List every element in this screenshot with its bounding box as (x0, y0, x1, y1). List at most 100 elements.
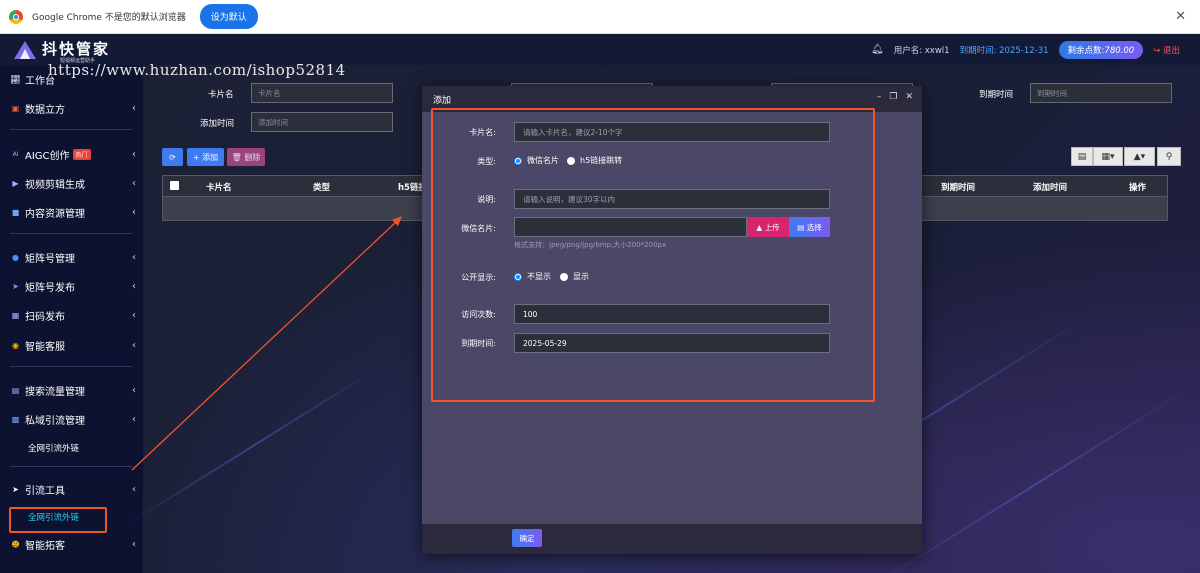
ai-icon: AI (12, 150, 19, 158)
sidebar-divider (10, 233, 132, 234)
chrome-logo-icon (9, 9, 23, 24)
sidebar-item-private-traffic[interactable]: ▩ 私域引流管理 ‹ (10, 409, 136, 429)
chevron-left-icon: ‹ (132, 206, 136, 218)
service-icon: ◉ (12, 340, 19, 350)
sidebar-item-scan-publish[interactable]: ▦ 扫码发布 ‹ (10, 305, 136, 325)
list-icon: ▤ (1077, 151, 1087, 162)
chevron-left-icon: ‹ (132, 339, 136, 351)
set-default-button[interactable]: 设为默认 (199, 4, 258, 29)
maximize-icon[interactable]: ❐ (889, 92, 897, 102)
column-header-card-name[interactable]: 卡片名 (206, 181, 232, 193)
chevron-left-icon: ‹ (132, 538, 136, 550)
sidebar-divider (10, 366, 132, 367)
points-badge: 剩余点数:780.00 (1058, 40, 1144, 59)
sidebar-item-label: AIGC创作 (25, 150, 70, 162)
columns-icon: ▦▾ (1101, 151, 1115, 162)
sidebar-item-content[interactable]: ■ 内容资源管理 ‹ (10, 202, 136, 222)
dialog-controls: – ❐ ✕ (877, 92, 913, 102)
private-icon: ▩ (11, 414, 20, 424)
paper-plane-icon: ➤ (12, 484, 19, 494)
sidebar-item-label: 私域引流管理 (25, 415, 85, 427)
confirm-button[interactable]: 确定 (512, 529, 542, 547)
sidebar-item-label: 内容资源管理 (25, 208, 85, 220)
filter-card-name-input[interactable]: 卡片名 (251, 83, 393, 103)
logout-label: 退出 (1162, 45, 1180, 56)
sidebar-item-traffic-tools[interactable]: ➤ 引流工具 ‹ (10, 479, 136, 499)
annotation-highlight-form (431, 108, 875, 402)
sidebar-item-smart-service[interactable]: ◉ 智能客服 ‹ (10, 335, 136, 355)
close-icon[interactable]: ✕ (905, 92, 913, 102)
cube-icon: ▣ (11, 103, 20, 113)
sidebar: 📈︎ 工作台 ▣ 数据立方 ‹ AI AIGC创作 热门 ‹ ▶ 视频剪辑生成 … (0, 65, 143, 573)
bell-icon[interactable]: 🔔︎ (871, 44, 884, 55)
filter-card-name-label: 卡片名 (208, 90, 234, 100)
sidebar-item-label: 智能拓客 (25, 540, 65, 552)
points-label: 剩余点数: (1067, 45, 1105, 56)
sidebar-item-search-traffic[interactable]: ▤ 搜索流量管理 ‹ (10, 380, 136, 400)
chevron-left-icon: ‹ (132, 148, 136, 160)
qrcode-icon: ▦ (11, 310, 20, 320)
column-header-expire[interactable]: 到期时间 (941, 181, 975, 193)
brand-name: 抖快管家 (42, 40, 111, 58)
chevron-left-icon: ‹ (132, 483, 136, 495)
chevron-left-icon: ‹ (132, 309, 136, 321)
sidebar-item-label: 扫码发布 (25, 311, 65, 323)
add-button[interactable]: + 添加 (187, 148, 224, 166)
sidebar-item-matrix-publish[interactable]: ➤ 矩阵号发布 ‹ (10, 276, 136, 296)
refresh-button[interactable]: ⟳ (162, 148, 183, 166)
dialog-title: 添加 (433, 95, 452, 106)
sidebar-item-matrix-manage[interactable]: ● 矩阵号管理 ‹ (10, 247, 136, 267)
user-plus-icon: ☻ (11, 539, 20, 549)
default-browser-message: Google Chrome 不是您的默认浏览器 (32, 13, 186, 23)
columns-dropdown-button[interactable]: ▦▾ (1093, 147, 1123, 166)
sidebar-item-label: 矩阵号发布 (25, 282, 75, 294)
sidebar-subitem-external-link[interactable]: 全网引流外链 (28, 442, 79, 454)
chevron-left-icon: ‹ (132, 251, 136, 263)
column-header-add-time[interactable]: 添加时间 (1033, 181, 1067, 193)
delete-button[interactable]: 🗑 删除 (227, 148, 265, 166)
annotation-highlight-sidebar (9, 507, 107, 533)
sidebar-item-label: 搜索流量管理 (25, 386, 85, 398)
refresh-icon: ⟳ (169, 152, 176, 162)
chevron-left-icon: ‹ (132, 102, 136, 114)
expire-date-text: 到期时间: 2025-12-31 (959, 45, 1049, 56)
filter-expire-label: 到期时间 (979, 90, 1014, 100)
header-right: 🔔︎ 用户名: xxwl1 到期时间: 2025-12-31 剩余点数:780.… (871, 34, 1200, 65)
sidebar-item-label: 引流工具 (25, 485, 65, 497)
circle-icon: ● (12, 252, 19, 262)
watermark-url: https://www.huzhan.com/ishop52814 (48, 61, 346, 79)
sidebar-item-data-cube[interactable]: ▣ 数据立方 ‹ (10, 98, 136, 118)
sidebar-item-video-edit[interactable]: ▶ 视频剪辑生成 ‹ (10, 173, 136, 193)
close-icon[interactable]: ✕ (1175, 9, 1186, 24)
select-all-checkbox[interactable] (170, 181, 179, 190)
search-icon: ⚲ (1165, 151, 1173, 162)
chart-icon: 📈︎ (10, 74, 21, 84)
export-dropdown-button[interactable]: ▲▾ (1124, 147, 1155, 166)
toggle-view-button[interactable]: ▤ (1071, 147, 1093, 166)
folder-icon: ■ (11, 207, 20, 217)
minimize-icon[interactable]: – (877, 92, 882, 102)
filter-add-time-input[interactable]: 添加时间 (251, 112, 393, 132)
filter-add-time-label: 添加时间 (200, 119, 235, 129)
filter-expire-input[interactable]: 到期时间 (1030, 83, 1172, 103)
points-value: 780.00 (1104, 45, 1135, 56)
sidebar-item-label: 智能客服 (25, 341, 65, 353)
video-icon: ▶ (12, 178, 19, 188)
sidebar-divider (10, 466, 132, 467)
column-header-actions[interactable]: 操作 (1129, 181, 1146, 193)
search-button[interactable]: ⚲ (1157, 147, 1181, 166)
send-icon: ➤ (12, 281, 19, 291)
sidebar-item-smart-leads[interactable]: ☻ 智能拓客 ‹ (10, 534, 136, 554)
sidebar-item-aigc[interactable]: AI AIGC创作 热门 ‹ (10, 144, 136, 164)
username-text: 用户名: xxwl1 (893, 45, 950, 56)
sidebar-item-label: 视频剪辑生成 (25, 179, 85, 191)
chevron-left-icon: ‹ (132, 280, 136, 292)
chevron-left-icon: ‹ (132, 384, 136, 396)
chevron-left-icon: ‹ (132, 413, 136, 425)
browser-default-bar: Google Chrome 不是您的默认浏览器 设为默认 ✕ (0, 0, 1200, 34)
brand-logo-icon (14, 41, 36, 59)
sidebar-divider (10, 129, 132, 130)
column-header-type[interactable]: 类型 (313, 181, 330, 193)
sidebar-item-label: 矩阵号管理 (25, 253, 75, 265)
logout-link[interactable]: ↪ 退出 (1153, 44, 1180, 56)
